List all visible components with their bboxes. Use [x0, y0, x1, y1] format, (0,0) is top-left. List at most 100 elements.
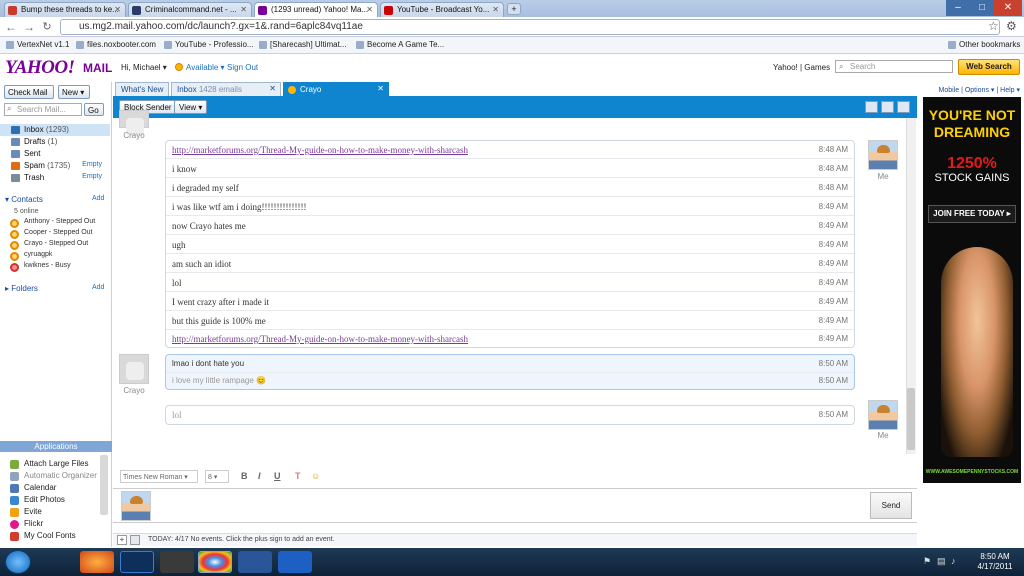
contact-crayo[interactable]: Crayo - Stepped Out: [10, 240, 88, 250]
underline-button[interactable]: U: [274, 471, 281, 481]
tab-close-icon[interactable]: ✕: [366, 5, 373, 14]
start-button[interactable]: [5, 550, 31, 574]
contact-cooper[interactable]: Cooper - Stepped Out: [10, 229, 93, 239]
bookmark-star-icon[interactable]: ☆: [988, 19, 999, 33]
calendar-icon[interactable]: [130, 535, 140, 545]
app-calendar[interactable]: Calendar: [10, 483, 56, 493]
folder-drafts[interactable]: Drafts (1): [0, 136, 110, 148]
browser-tab-criminalcommand[interactable]: Criminalcommand.net - ... ✕: [128, 2, 252, 17]
add-event-icon[interactable]: +: [117, 535, 127, 545]
contact-cyruagpk[interactable]: cyruagpk: [10, 251, 52, 261]
contacts-header[interactable]: ▾ Contacts: [5, 195, 43, 204]
search-mail-input[interactable]: ⌕ Search Mail...: [4, 103, 82, 116]
emoticon-button[interactable]: ☺: [311, 471, 320, 481]
web-search-input[interactable]: ⌕ Search: [835, 60, 953, 73]
tab-close-icon[interactable]: ✕: [114, 5, 121, 14]
apps-scrollbar[interactable]: [100, 455, 108, 515]
folders-header[interactable]: ▸ Folders: [5, 284, 38, 293]
text-color-button[interactable]: T: [295, 471, 301, 481]
app-flickr[interactable]: Flickr: [10, 519, 43, 529]
app-evite[interactable]: Evite: [10, 507, 42, 517]
bookmark-become-game-tester[interactable]: Become A Game Te...: [356, 40, 444, 49]
italic-button[interactable]: I: [258, 471, 261, 481]
browser-tab-youtube[interactable]: YouTube - Broadcast Yo... ✕: [380, 2, 504, 17]
tab-crayo[interactable]: Crayo ✕: [283, 82, 389, 96]
status-icon: [288, 86, 296, 94]
close-tab-icon[interactable]: ✕: [269, 84, 276, 93]
bookmark-vertexnet[interactable]: VertexNet v1.1: [6, 40, 69, 49]
url-bar[interactable]: us.mg2.mail.yahoo.com/dc/launch?.gx=1&.r…: [60, 19, 1000, 35]
browser-tab-yahoo-mail[interactable]: (1293 unread) Yahoo! Ma... ✕: [254, 2, 378, 17]
message-text[interactable]: http://marketforums.org/Thread-My-guide-…: [172, 334, 468, 344]
minimize-button[interactable]: –: [946, 0, 970, 16]
tray-flag-icon[interactable]: ⚑: [923, 556, 931, 567]
yahoo-logo[interactable]: YAHOO!: [5, 57, 75, 79]
font-size-select[interactable]: 8 ▾: [205, 470, 229, 483]
view-menu-button[interactable]: View ▾: [174, 100, 208, 114]
wrench-menu-icon[interactable]: ⚙: [1006, 19, 1017, 33]
folder-spam[interactable]: Spam (1735) Empty: [0, 160, 110, 172]
new-message-button[interactable]: New ▾: [58, 85, 90, 99]
reload-icon[interactable]: ↻: [40, 20, 54, 33]
utility-links[interactable]: Mobile | Options ▾ | Help ▾: [923, 86, 1024, 96]
other-bookmarks[interactable]: Other bookmarks: [948, 40, 1020, 49]
folder-inbox[interactable]: Inbox (1293): [0, 124, 110, 136]
photoshop-icon[interactable]: [120, 551, 154, 573]
sign-out-link[interactable]: Sign Out: [227, 63, 258, 72]
user-greeting-menu[interactable]: Hi, Michael ▾: [121, 63, 167, 72]
bold-button[interactable]: B: [241, 471, 248, 481]
message-row[interactable]: http://marketforums.org/Thread-My-guide-…: [166, 330, 854, 348]
tab-whats-new[interactable]: What's New: [115, 82, 169, 96]
app-attach-large-files[interactable]: Attach Large Files: [10, 459, 88, 469]
yahoo-games-links[interactable]: Yahoo! | Games: [773, 63, 830, 72]
ad-join-button[interactable]: JOIN FREE TODAY ▸: [928, 205, 1016, 223]
web-search-button[interactable]: Web Search: [958, 59, 1020, 75]
tray-network-icon[interactable]: ▤: [937, 556, 946, 567]
message-row[interactable]: http://marketforums.org/Thread-My-guide-…: [166, 141, 854, 159]
add-folder-link[interactable]: Add: [92, 284, 104, 291]
message-composer[interactable]: [113, 488, 917, 523]
empty-spam-link[interactable]: Empty: [82, 161, 102, 168]
maximize-button[interactable]: □: [970, 0, 994, 16]
mobile-icon[interactable]: [897, 101, 910, 113]
advertisement[interactable]: YOU'RE NOT DREAMING 1250% STOCK GAINS JO…: [923, 97, 1021, 483]
app-edit-photos[interactable]: Edit Photos: [10, 495, 65, 505]
message-text[interactable]: http://marketforums.org/Thread-My-guide-…: [172, 145, 468, 155]
availability-menu[interactable]: Available ▾: [186, 63, 225, 72]
scrollbar-thumb[interactable]: [907, 388, 915, 450]
new-tab-button[interactable]: +: [507, 3, 521, 15]
empty-trash-link[interactable]: Empty: [82, 173, 102, 180]
close-window-button[interactable]: ✕: [994, 0, 1022, 16]
bookmark-sharecash[interactable]: [Sharecash] Ultimat...: [259, 40, 346, 49]
check-mail-button[interactable]: Check Mail: [4, 85, 54, 99]
applications-header[interactable]: Applications: [0, 441, 112, 452]
chrome-icon[interactable]: [198, 551, 232, 573]
close-tab-icon[interactable]: ✕: [377, 84, 384, 93]
tab-close-icon[interactable]: ✕: [240, 5, 247, 14]
tab-inbox[interactable]: Inbox 1428 emails ✕: [171, 82, 281, 96]
folder-trash[interactable]: Trash Empty: [0, 172, 110, 184]
app-my-cool-fonts[interactable]: My Cool Fonts: [10, 531, 76, 541]
tab-close-icon[interactable]: ✕: [492, 5, 499, 14]
app-automatic-organizer[interactable]: Automatic Organizer: [10, 471, 97, 481]
search-go-button[interactable]: Go: [84, 103, 104, 116]
tray-volume-icon[interactable]: ♪: [951, 556, 956, 566]
browser-tab-bump-threads[interactable]: Bump these threads to ke... ✕: [4, 2, 126, 17]
taskbar-clock[interactable]: 8:50 AM 4/17/2011: [968, 552, 1022, 572]
send-button[interactable]: Send: [870, 492, 912, 519]
bookmark-youtube[interactable]: YouTube - Professio...: [164, 40, 254, 49]
app-butterfly-icon[interactable]: [160, 551, 194, 573]
word-icon[interactable]: [238, 551, 272, 573]
email-icon[interactable]: [865, 101, 878, 113]
contact-anthony[interactable]: Anthony - Stepped Out: [10, 218, 95, 228]
forward-arrow-icon[interactable]: →: [22, 20, 36, 34]
back-arrow-icon[interactable]: ←: [4, 20, 18, 34]
app-arrow-icon[interactable]: [278, 551, 312, 573]
font-select[interactable]: Times New Roman ▾: [120, 470, 198, 483]
contact-kwiknes[interactable]: kwiknes - Busy: [10, 262, 71, 272]
bookmark-noxbooter[interactable]: files.noxbooter.com: [76, 40, 156, 49]
firefox-icon[interactable]: [80, 551, 114, 573]
add-contact-link[interactable]: Add: [92, 195, 104, 202]
folder-sent[interactable]: Sent: [0, 148, 110, 160]
chat-icon[interactable]: [881, 101, 894, 113]
